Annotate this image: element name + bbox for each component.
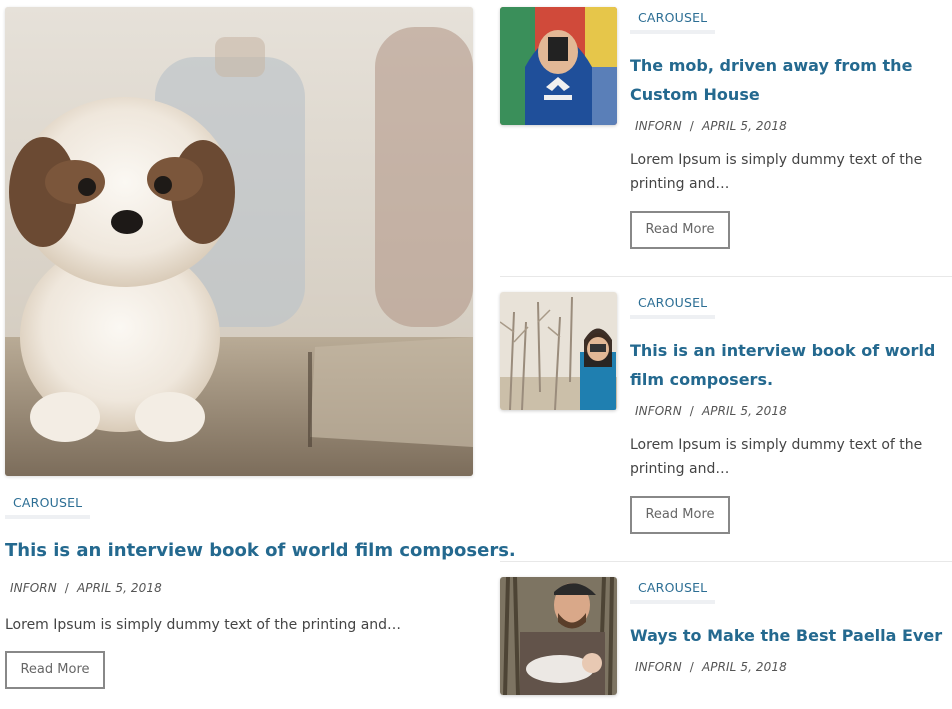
puppy-photo <box>5 7 473 476</box>
woman-camera-photo <box>500 292 617 410</box>
date: APRIL 5, 2018 <box>76 581 162 595</box>
meta-separator: / <box>689 660 694 674</box>
post-category-tag[interactable]: CAROUSEL <box>630 10 716 34</box>
featured-meta: INFORN / APRIL 5, 2018 <box>5 581 473 595</box>
meta-separator: / <box>689 404 694 418</box>
post-excerpt: Lorem Ipsum is simply dummy text of the … <box>630 437 923 477</box>
hoodie-person-photo <box>500 7 617 125</box>
featured-title[interactable]: This is an interview book of world film … <box>5 538 516 564</box>
post-title[interactable]: This is an interview book of world film … <box>630 336 952 394</box>
list-item: CAROUSEL Ways to Make the Best Paella Ev… <box>500 577 952 709</box>
list-item: CAROUSEL This is an interview book of wo… <box>500 292 952 562</box>
post-category-tag[interactable]: CAROUSEL <box>630 295 716 319</box>
featured-excerpt: Lorem Ipsum is simply dummy text of the … <box>5 617 402 633</box>
date: APRIL 5, 2018 <box>701 404 787 418</box>
man-holding-baby-photo <box>500 577 617 695</box>
post-title[interactable]: Ways to Make the Best Paella Ever <box>630 621 952 650</box>
date: APRIL 5, 2018 <box>701 119 787 133</box>
post-meta: INFORN / APRIL 5, 2018 <box>630 119 952 133</box>
post-thumbnail[interactable] <box>500 7 617 125</box>
featured-image[interactable] <box>5 7 473 476</box>
date: APRIL 5, 2018 <box>701 660 787 674</box>
author[interactable]: INFORN <box>635 660 682 674</box>
meta-separator: / <box>689 119 694 133</box>
post-meta: INFORN / APRIL 5, 2018 <box>630 660 952 674</box>
read-more-button[interactable]: Read More <box>630 211 730 249</box>
post-category-tag[interactable]: CAROUSEL <box>630 580 716 604</box>
author[interactable]: INFORN <box>635 404 682 418</box>
post-meta: INFORN / APRIL 5, 2018 <box>630 404 952 418</box>
post-title[interactable]: The mob, driven away from the Custom Hou… <box>630 51 952 109</box>
author[interactable]: INFORN <box>10 581 57 595</box>
post-thumbnail[interactable] <box>500 577 617 695</box>
author[interactable]: INFORN <box>635 119 682 133</box>
list-item: CAROUSEL The mob, driven away from the C… <box>500 7 952 277</box>
featured-category-tag[interactable]: CAROUSEL <box>5 495 91 519</box>
post-excerpt: Lorem Ipsum is simply dummy text of the … <box>630 152 923 192</box>
read-more-button[interactable]: Read More <box>5 651 105 689</box>
post-thumbnail[interactable] <box>500 292 617 410</box>
meta-separator: / <box>64 581 69 595</box>
read-more-button[interactable]: Read More <box>630 496 730 534</box>
featured-post: CAROUSEL This is an interview book of wo… <box>5 7 516 689</box>
